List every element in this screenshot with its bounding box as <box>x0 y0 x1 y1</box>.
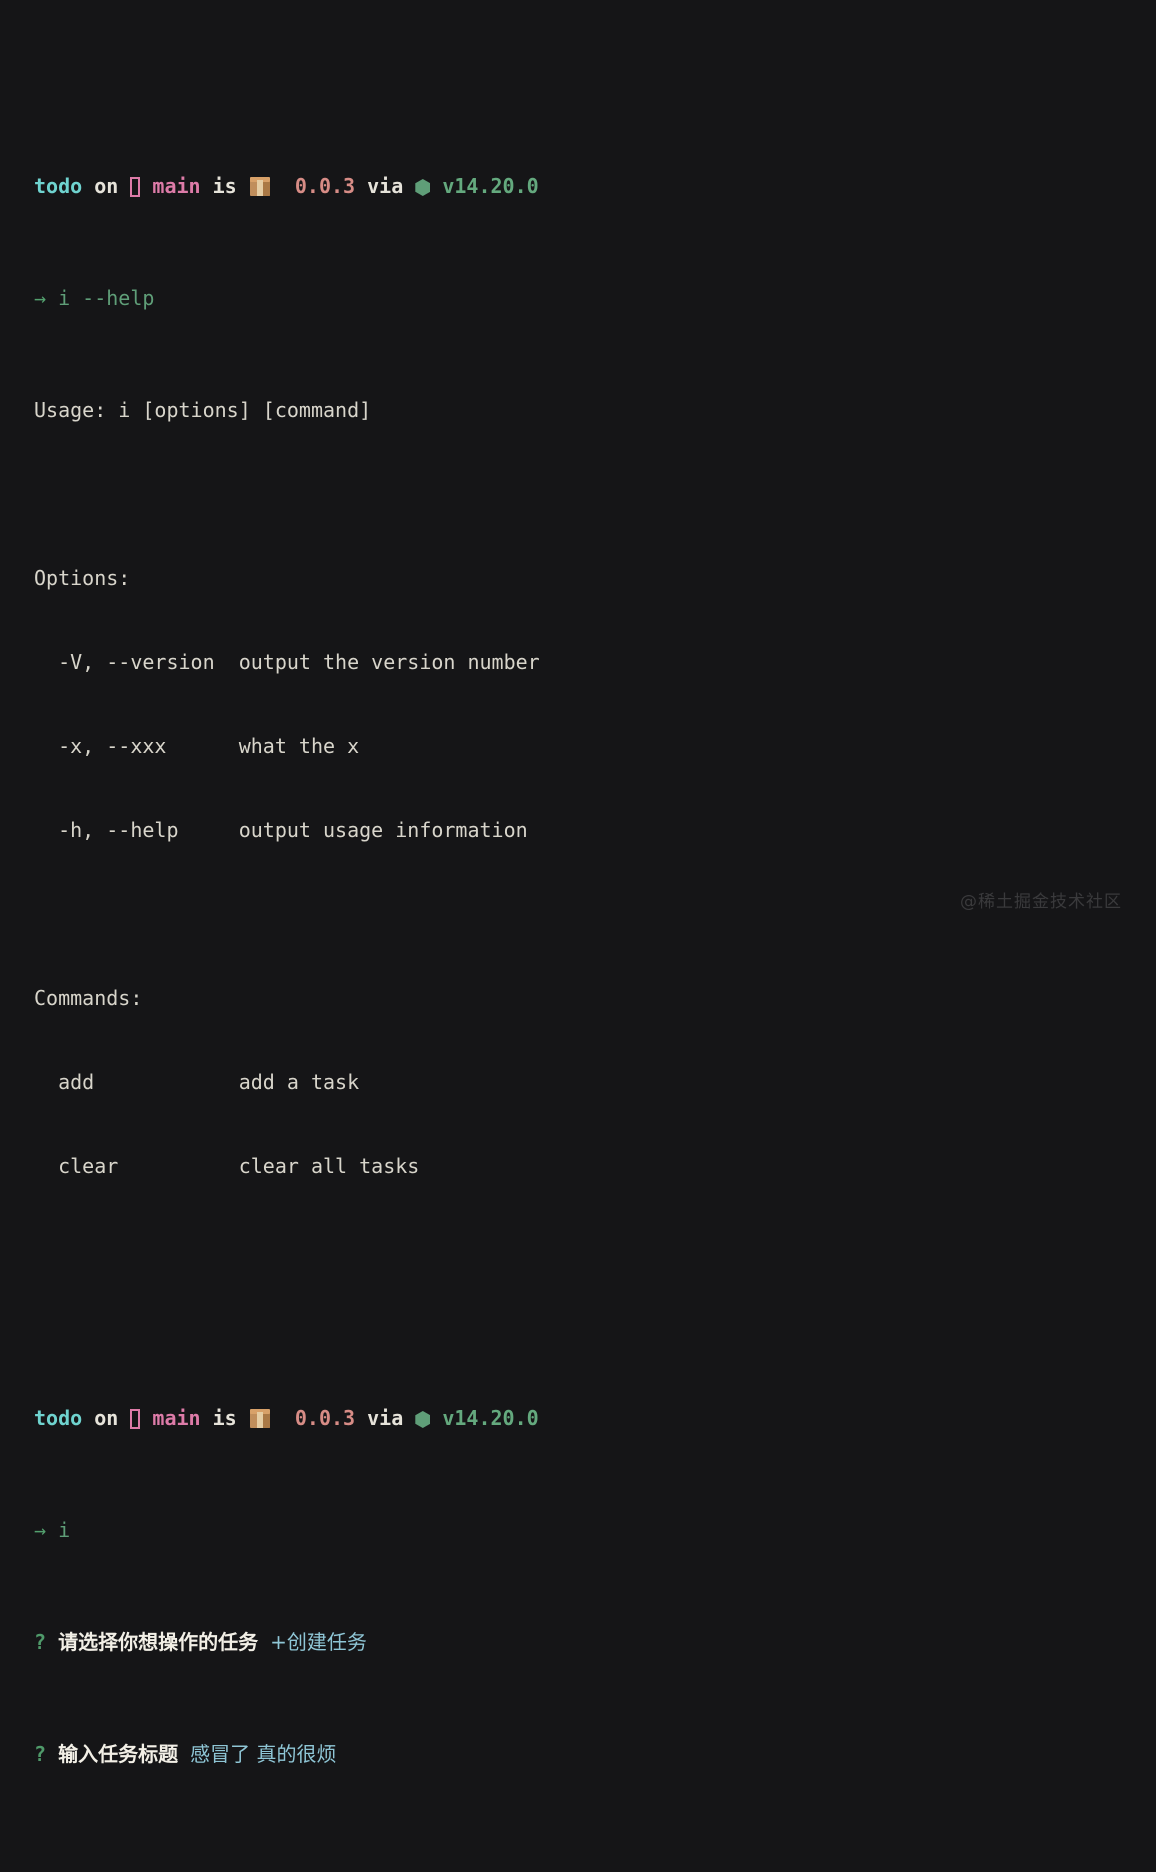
prompt-space-9 <box>430 1406 442 1430</box>
prompt-dir: todo <box>34 174 83 198</box>
prompt-arrow-icon: → <box>34 286 47 310</box>
prompt-space-2 <box>118 174 130 198</box>
output-line: Usage: i [options] [command] <box>34 398 372 422</box>
prompt-space-4 <box>201 1406 213 1430</box>
node-icon <box>415 1411 431 1428</box>
package-icon <box>249 1408 271 1429</box>
output-line: Commands: <box>34 986 143 1010</box>
prompt-node-version: v14.20.0 <box>442 1406 539 1430</box>
prompt-space-7 <box>355 1406 367 1430</box>
prompt-node-version: v14.20.0 <box>442 174 539 198</box>
cmd-space-2 <box>46 1518 58 1542</box>
prompt-space-8 <box>403 1406 415 1430</box>
prompt-branch: main <box>152 1406 201 1430</box>
output-line: -V, --version output the version number <box>34 650 540 674</box>
question-line-task-select: ? 请选择你想操作的任务 +创建任务 <box>34 1628 1156 1656</box>
q-space-2 <box>258 1630 270 1654</box>
terminal-output: todo on main is 0.0.3 via v14.20.0 → i -… <box>34 60 1156 1872</box>
prompt-is: is <box>212 1406 237 1430</box>
prompt-line-2: todo on main is 0.0.3 via v14.20.0 <box>34 1404 1156 1432</box>
command-line-2: → i <box>34 1516 1156 1544</box>
prompt-space-8 <box>403 174 415 198</box>
prompt-via: via <box>367 1406 404 1430</box>
prompt-space-9 <box>430 174 442 198</box>
prompt-space-7 <box>355 174 367 198</box>
question-label: 输入任务标题 <box>58 1742 179 1766</box>
package-icon <box>249 176 271 197</box>
command-line-1: → i --help <box>34 284 1156 312</box>
prompt-space-3 <box>140 174 152 198</box>
question-marker-icon: ? <box>34 1630 47 1654</box>
question-answer: 感冒了 真的很烦 <box>190 1742 337 1766</box>
command-text-i[interactable]: i <box>58 1518 70 1542</box>
question-marker-icon: ? <box>34 1742 47 1766</box>
prompt-branch: main <box>152 174 201 198</box>
git-branch-icon <box>130 1409 141 1429</box>
prompt-arrow-icon: → <box>34 1518 47 1542</box>
prompt-version: 0.0.3 <box>294 1406 356 1430</box>
output-line: add add a task <box>34 1070 360 1094</box>
prompt-on: on <box>94 174 119 198</box>
output-line: clear clear all tasks <box>34 1154 420 1178</box>
prompt-space-4 <box>201 174 213 198</box>
watermark: @稀土掘金技术社区 <box>960 892 1122 912</box>
prompt-space-6 <box>271 174 295 198</box>
prompt-space-1 <box>82 1406 94 1430</box>
prompt-space-5 <box>237 1406 249 1430</box>
output-line: Options: <box>34 566 131 590</box>
question-answer: +创建任务 <box>270 1630 367 1654</box>
terminal-window: todo on main is 0.0.3 via v14.20.0 → i -… <box>0 0 1156 1766</box>
prompt-space-2 <box>118 1406 130 1430</box>
prompt-version: 0.0.3 <box>294 174 356 198</box>
prompt-space-3 <box>140 1406 152 1430</box>
output-line: -x, --xxx what the x <box>34 734 360 758</box>
node-icon <box>415 179 431 196</box>
question-line-task-title: ? 输入任务标题 感冒了 真的很烦 <box>34 1740 1156 1768</box>
q-space-4 <box>178 1742 190 1766</box>
output-line: -h, --help output usage information <box>34 818 528 842</box>
cmd-space-1 <box>46 286 58 310</box>
question-label: 请选择你想操作的任务 <box>58 1630 259 1654</box>
prompt-dir: todo <box>34 1406 83 1430</box>
prompt-space-6 <box>271 1406 295 1430</box>
q-space-3 <box>46 1742 58 1766</box>
q-space-1 <box>46 1630 58 1654</box>
prompt-space-1 <box>82 174 94 198</box>
prompt-is: is <box>212 174 237 198</box>
git-branch-icon <box>130 177 141 197</box>
command-text-help[interactable]: i --help <box>58 286 154 310</box>
prompt-on: on <box>94 1406 119 1430</box>
prompt-line-1: todo on main is 0.0.3 via v14.20.0 <box>34 172 1156 200</box>
prompt-via: via <box>367 174 404 198</box>
prompt-space-5 <box>237 174 249 198</box>
